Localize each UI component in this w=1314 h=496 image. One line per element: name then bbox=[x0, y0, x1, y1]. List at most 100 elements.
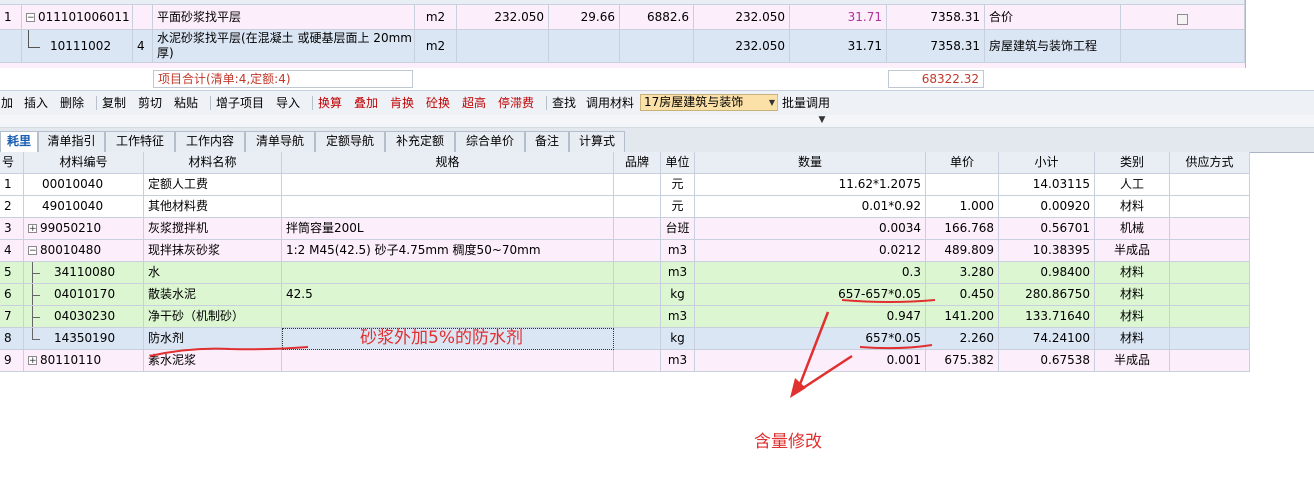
material-supply[interactable] bbox=[1170, 174, 1250, 196]
tab-list-nav[interactable]: 清单导航 bbox=[245, 131, 315, 152]
downtime-fee-button[interactable]: 停滞费 bbox=[498, 95, 534, 111]
material-qty[interactable]: 0.0212 bbox=[695, 240, 926, 262]
row-number[interactable]: 1 bbox=[0, 174, 24, 196]
row-number[interactable]: 9 bbox=[0, 350, 24, 372]
material-unit[interactable]: m3 bbox=[661, 262, 695, 284]
table-row[interactable]: 7 04030230 净干砂（机制砂） m3 0.947 141.200 133.71640… bbox=[0, 306, 1250, 328]
material-name[interactable]: 定额人工费 bbox=[144, 174, 282, 196]
row-number[interactable]: 6 bbox=[0, 284, 24, 306]
overheight-button[interactable]: 超高 bbox=[462, 95, 486, 111]
material-name[interactable]: 水 bbox=[144, 262, 282, 284]
material-spec[interactable] bbox=[282, 350, 614, 372]
replace-button[interactable]: 肯换 bbox=[390, 95, 414, 111]
material-unit[interactable]: m3 bbox=[661, 240, 695, 262]
material-qty[interactable]: 11.62*1.2075 bbox=[695, 174, 926, 196]
material-subtotal[interactable]: 0.67538 bbox=[999, 350, 1095, 372]
material-name[interactable]: 散装水泥 bbox=[144, 284, 282, 306]
row-number[interactable]: 7 bbox=[0, 306, 24, 328]
material-supply[interactable] bbox=[1170, 350, 1250, 372]
material-category[interactable]: 半成品 bbox=[1095, 350, 1170, 372]
material-supply[interactable] bbox=[1170, 306, 1250, 328]
tab-quota-nav[interactable]: 定额导航 bbox=[315, 131, 385, 152]
material-brand[interactable] bbox=[614, 328, 661, 350]
tab-list-guide[interactable]: 清单指引 bbox=[38, 131, 105, 152]
material-qty[interactable]: 0.947 bbox=[695, 306, 926, 328]
material-category[interactable]: 材料 bbox=[1095, 284, 1170, 306]
table-row[interactable]: 9 +80110110 素水泥浆 m3 0.001 675.382 0.67538 半成品 bbox=[0, 350, 1250, 372]
panel-splitter[interactable]: ▼ bbox=[0, 115, 1314, 128]
material-unit[interactable]: kg bbox=[661, 284, 695, 306]
table-row[interactable]: 3 +99050210 灰浆搅拌机 拌筒容量200L 台班 0.0034 166.768 0.… bbox=[0, 218, 1250, 240]
material-price[interactable]: 2.260 bbox=[926, 328, 999, 350]
material-category[interactable]: 半成品 bbox=[1095, 240, 1170, 262]
library-select[interactable]: 17房屋建筑与装饰 ▼ bbox=[640, 94, 778, 111]
overlay-button[interactable]: 叠加 bbox=[354, 95, 378, 111]
material-unit[interactable]: 元 bbox=[661, 196, 695, 218]
material-price[interactable]: 675.382 bbox=[926, 350, 999, 372]
row-number[interactable]: 8 bbox=[0, 328, 24, 350]
material-name[interactable]: 其他材料费 bbox=[144, 196, 282, 218]
tab-remarks[interactable]: 备注 bbox=[525, 131, 569, 152]
material-category[interactable]: 材料 bbox=[1095, 328, 1170, 350]
col-qty-header[interactable]: 数量 bbox=[695, 152, 926, 174]
tab-formula[interactable]: 计算式 bbox=[569, 131, 625, 152]
material-name[interactable]: 净干砂（机制砂） bbox=[144, 306, 282, 328]
paste-button[interactable]: 粘贴 bbox=[174, 95, 198, 111]
material-unit[interactable]: 元 bbox=[661, 174, 695, 196]
material-spec[interactable]: 拌筒容量200L bbox=[282, 218, 614, 240]
material-price[interactable]: 489.809 bbox=[926, 240, 999, 262]
material-supply[interactable] bbox=[1170, 240, 1250, 262]
table-row[interactable]: 5 34110080 水 m3 0.3 3.280 0.98400 材料 bbox=[0, 262, 1250, 284]
material-name[interactable]: 现拌抹灰砂浆 bbox=[144, 240, 282, 262]
row-checkbox[interactable] bbox=[1177, 14, 1188, 25]
col-subtotal-header[interactable]: 小计 bbox=[999, 152, 1095, 174]
add-subitem-button[interactable]: 增子项目 bbox=[216, 95, 264, 111]
material-price[interactable] bbox=[926, 174, 999, 196]
delete-button[interactable]: 删除 bbox=[60, 95, 84, 111]
col-spec-header[interactable]: 规格 bbox=[282, 152, 614, 174]
col-code-header[interactable]: 材料编号 bbox=[24, 152, 144, 174]
material-spec[interactable] bbox=[282, 196, 614, 218]
insert-button[interactable]: 插入 bbox=[24, 95, 48, 111]
material-brand[interactable] bbox=[614, 284, 661, 306]
table-row[interactable]: 8 14350190 防水剂 kg 657*0.05 2.260 74.24100 材料 bbox=[0, 328, 1250, 350]
material-price[interactable]: 141.200 bbox=[926, 306, 999, 328]
tab-work-content[interactable]: 工作内容 bbox=[175, 131, 245, 152]
material-category[interactable]: 材料 bbox=[1095, 196, 1170, 218]
call-material-button[interactable]: 调用材料 bbox=[586, 95, 634, 111]
material-brand[interactable] bbox=[614, 196, 661, 218]
material-qty[interactable]: 0.01*0.92 bbox=[695, 196, 926, 218]
col-supply-header[interactable]: 供应方式 bbox=[1170, 152, 1250, 174]
material-spec[interactable]: 42.5 bbox=[282, 284, 614, 306]
col-name-header[interactable]: 材料名称 bbox=[144, 152, 282, 174]
material-subtotal[interactable]: 0.00920 bbox=[999, 196, 1095, 218]
material-brand[interactable] bbox=[614, 218, 661, 240]
col-no-header[interactable]: 号 bbox=[0, 152, 24, 174]
material-subtotal[interactable]: 280.86750 bbox=[999, 284, 1095, 306]
material-spec[interactable] bbox=[282, 262, 614, 284]
material-subtotal[interactable]: 0.56701 bbox=[999, 218, 1095, 240]
material-supply[interactable] bbox=[1170, 196, 1250, 218]
material-price[interactable]: 0.450 bbox=[926, 284, 999, 306]
material-brand[interactable] bbox=[614, 350, 661, 372]
material-subtotal[interactable]: 74.24100 bbox=[999, 328, 1095, 350]
material-supply[interactable] bbox=[1170, 328, 1250, 350]
tab-unit-price[interactable]: 综合单价 bbox=[455, 131, 525, 152]
material-category[interactable]: 人工 bbox=[1095, 174, 1170, 196]
material-qty[interactable]: 0.3 bbox=[695, 262, 926, 284]
col-unit-header[interactable]: 单位 bbox=[661, 152, 695, 174]
table-row[interactable]: 1 00010040 定额人工费 元 11.62*1.2075 14.03115 人工 bbox=[0, 174, 1250, 196]
material-qty[interactable]: 657*0.05 bbox=[695, 328, 926, 350]
col-price-header[interactable]: 单价 bbox=[926, 152, 999, 174]
material-spec[interactable] bbox=[282, 174, 614, 196]
table-row[interactable]: 4−80010480 现拌抹灰砂浆 1:2 M45(42.5) 砂子4.75mm 稠… bbox=[0, 240, 1250, 262]
material-qty[interactable]: 0.0034 bbox=[695, 218, 926, 240]
table-row[interactable]: 6 04010170 散装水泥 42.5 kg 657-657*0.05 0.450 280.… bbox=[0, 284, 1250, 306]
material-subtotal[interactable]: 133.71640 bbox=[999, 306, 1095, 328]
conversion-button[interactable]: 换算 bbox=[318, 95, 342, 111]
expand-icon[interactable]: + bbox=[28, 356, 37, 366]
material-brand[interactable] bbox=[614, 240, 661, 262]
material-unit[interactable]: m3 bbox=[661, 350, 695, 372]
material-brand[interactable] bbox=[614, 306, 661, 328]
collapse-icon[interactable]: − bbox=[28, 246, 37, 256]
